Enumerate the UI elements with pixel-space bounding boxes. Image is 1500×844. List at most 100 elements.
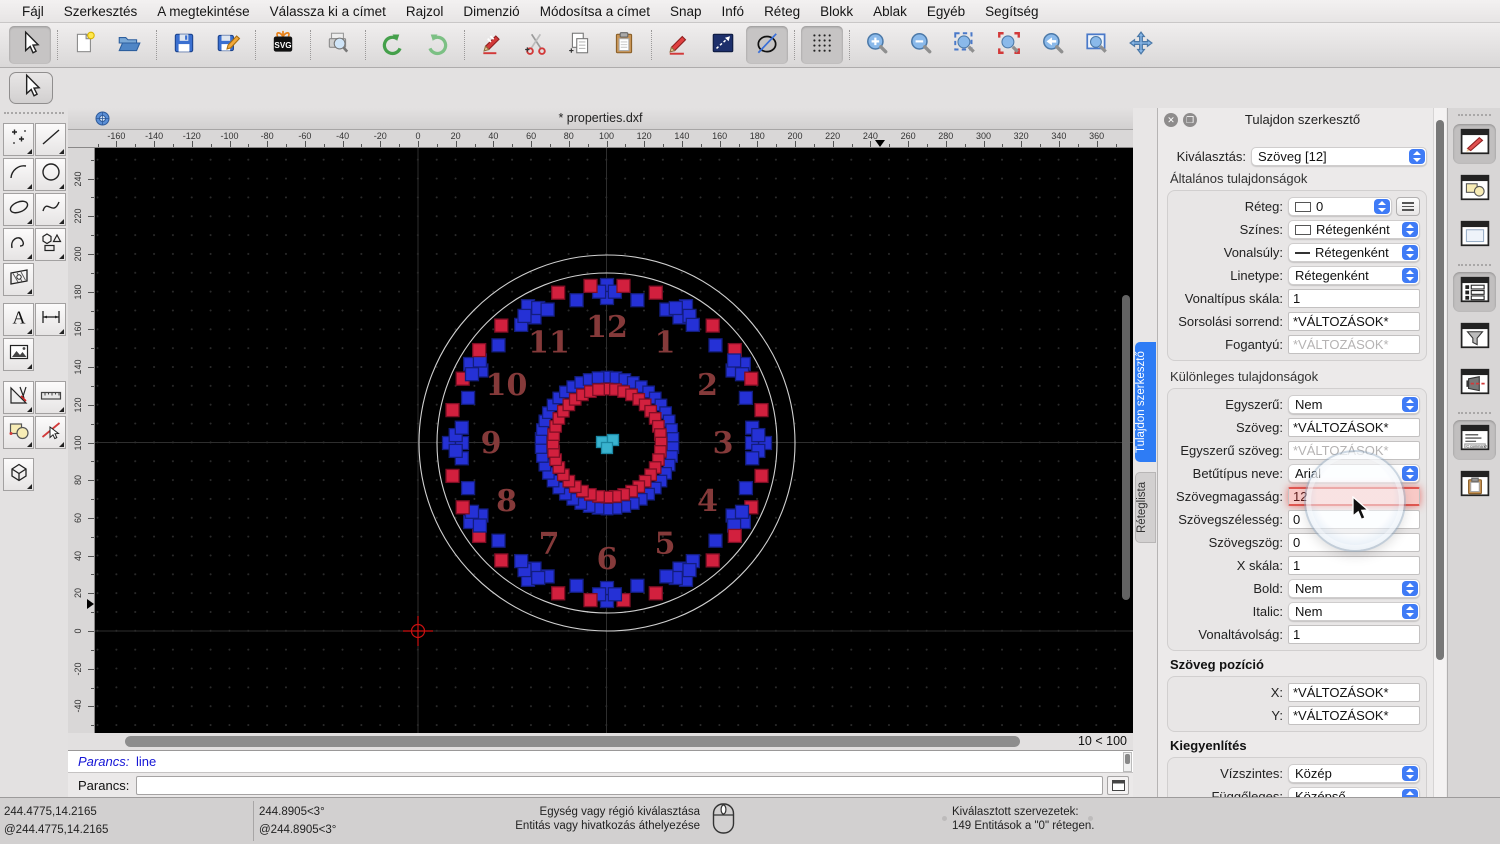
open-file-button[interactable] — [108, 26, 150, 64]
zoom-window-button[interactable] — [1076, 26, 1118, 64]
zoom-select-button[interactable] — [988, 26, 1030, 64]
dock-property-editor-button[interactable] — [1453, 124, 1496, 164]
tool-spline-button[interactable] — [35, 193, 66, 226]
command-options-button[interactable] — [1107, 776, 1129, 795]
undo-button[interactable] — [372, 26, 414, 64]
document-titlebar[interactable]: * properties.dxf — [68, 108, 1133, 130]
zoom-previous-button[interactable] — [1032, 26, 1074, 64]
menu-item-szerkeszt-s[interactable]: Szerkesztés — [54, 0, 148, 23]
delete-button[interactable] — [471, 26, 513, 64]
property-input-vonaltípusskála[interactable]: 1 — [1288, 289, 1420, 308]
dock-block-list-button[interactable] — [1453, 170, 1496, 210]
dock-library-button[interactable] — [1453, 216, 1496, 256]
menu-item-snap[interactable]: Snap — [660, 0, 712, 23]
property-input-xskála[interactable]: 1 — [1288, 556, 1420, 575]
save-as-button[interactable] — [207, 26, 249, 64]
menu-item-f-jl[interactable]: Fájl — [12, 0, 54, 23]
tool-ellipse-button[interactable] — [3, 193, 34, 226]
save-button[interactable] — [163, 26, 205, 64]
property-dropdown-réteg[interactable]: 0 — [1288, 197, 1392, 216]
dock-layer-list-button[interactable] — [1453, 272, 1496, 312]
property-input-fogantyú[interactable]: *VÁLTOZÁSOK* — [1288, 335, 1420, 354]
select-tool-button[interactable] — [9, 72, 53, 104]
dock-filter-button[interactable] — [1453, 318, 1496, 358]
history-scrollbar[interactable] — [1123, 752, 1132, 772]
select-arrow-button[interactable] — [9, 26, 51, 64]
new-file-button[interactable] — [64, 26, 106, 64]
drawing-canvas[interactable]: 1 2 3 4 5 6 7 8 9 10 11 12 — [95, 148, 1133, 733]
property-input-x[interactable]: *VÁLTOZÁSOK* — [1288, 683, 1420, 702]
redo-button[interactable] — [416, 26, 458, 64]
print-preview-button[interactable] — [317, 26, 359, 64]
tool-shapes-button[interactable] — [35, 228, 66, 261]
menu-item-a-megtekint-se[interactable]: A megtekintése — [147, 0, 259, 23]
menu-item-m-dos-tsa-a-c-met[interactable]: Módosítsa a címet — [530, 0, 660, 23]
property-dropdown-vonalsúly[interactable]: Rétegenként — [1288, 243, 1420, 262]
menu-item-v-lassza-ki-a-c-met[interactable]: Válassza ki a címet — [260, 0, 396, 23]
tool-points-button[interactable] — [3, 123, 34, 156]
tool-arc-icon — [7, 160, 31, 189]
paste-button[interactable] — [603, 26, 645, 64]
tool-3d-button[interactable] — [3, 458, 34, 491]
dock-clipboard-button[interactable] — [1453, 466, 1496, 506]
property-dropdown-bold[interactable]: Nem — [1288, 579, 1420, 598]
tool-blocks-button[interactable] — [3, 416, 34, 449]
property-input-szöveg[interactable]: *VÁLTOZÁSOK* — [1288, 418, 1420, 437]
selection-dropdown[interactable]: Szöveg [12] — [1251, 146, 1427, 166]
menu-item-inf-[interactable]: Infó — [712, 0, 755, 23]
tool-circle-button[interactable] — [35, 158, 66, 191]
menu-item-rajzol[interactable]: Rajzol — [396, 0, 454, 23]
ruler-label: -100 — [220, 131, 239, 141]
tab-property-editor[interactable]: Tulajdon szerkesztő — [1135, 342, 1156, 462]
tab-layer-list[interactable]: Réteglista — [1135, 472, 1156, 543]
copy-button[interactable] — [559, 26, 601, 64]
cut-button[interactable] — [515, 26, 557, 64]
menu-item-r-teg[interactable]: Réteg — [754, 0, 810, 23]
property-input-vonaltávolság[interactable]: 1 — [1288, 625, 1420, 644]
tool-dimension-button[interactable] — [35, 303, 66, 336]
tool-modify-button[interactable] — [35, 416, 66, 449]
property-dropdown-színes[interactable]: Rétegenként — [1288, 220, 1420, 239]
zoom-in-button[interactable] — [856, 26, 898, 64]
svg-export-button[interactable]: SVG — [262, 26, 304, 64]
property-dropdown-linetype[interactable]: Rétegenként — [1288, 266, 1420, 285]
dropdown-spinner-icon — [1402, 766, 1418, 781]
menu-item-seg-ts-g[interactable]: Segítség — [975, 0, 1048, 23]
command-input[interactable] — [136, 776, 1103, 795]
zoom-out-button[interactable] — [900, 26, 942, 64]
dropdown-spinner-icon — [1409, 148, 1425, 164]
dock-projection-button[interactable] — [1453, 364, 1496, 404]
panel-scrollbar-thumb[interactable] — [1436, 120, 1444, 660]
selection-info-line2: 149 Entitások a "0" rétegen. — [952, 820, 1095, 832]
ruler-tick — [91, 272, 94, 274]
panel-scrollbar-track[interactable] — [1433, 108, 1446, 797]
zoom-auto-button[interactable] — [944, 26, 986, 64]
dock-command-button[interactable]: C command — [1453, 420, 1496, 460]
draw-ellipse-button[interactable] — [746, 26, 788, 64]
tool-hatch-button[interactable] — [3, 263, 34, 296]
tool-drawaids-button[interactable] — [3, 381, 34, 414]
menu-item-dimenzi-[interactable]: Dimenzió — [453, 0, 529, 23]
menu-item-ablak[interactable]: Ablak — [863, 0, 917, 23]
grid-toggle-button[interactable] — [801, 26, 843, 64]
layer-menu-button[interactable] — [1396, 197, 1420, 216]
canvas-vertical-scrollbar[interactable] — [1122, 295, 1130, 600]
property-dropdown-italic[interactable]: Nem — [1288, 602, 1420, 621]
property-dropdown-vízszintes[interactable]: Közép — [1288, 764, 1420, 783]
horizontal-scrollbar-thumb[interactable] — [125, 736, 1020, 747]
ruler-tick — [88, 517, 94, 519]
tool-arc-button[interactable] — [3, 158, 34, 191]
menu-item-egy-b[interactable]: Egyéb — [917, 0, 975, 23]
tool-text-button[interactable]: A — [3, 303, 34, 336]
draw-line-button[interactable] — [702, 26, 744, 64]
property-input-sorsolásisorrend[interactable]: *VÁLTOZÁSOK* — [1288, 312, 1420, 331]
tool-ruler-button[interactable] — [35, 381, 66, 414]
tool-line-button[interactable] — [35, 123, 66, 156]
property-input-y[interactable]: *VÁLTOZÁSOK* — [1288, 706, 1420, 725]
tool-image-button[interactable] — [3, 338, 34, 371]
draw-pen-button[interactable] — [658, 26, 700, 64]
tool-polyline-button[interactable] — [3, 228, 34, 261]
property-dropdown-egyszerű[interactable]: Nem — [1288, 395, 1420, 414]
zoom-pan-button[interactable] — [1120, 26, 1162, 64]
menu-item-blokk[interactable]: Blokk — [810, 0, 863, 23]
